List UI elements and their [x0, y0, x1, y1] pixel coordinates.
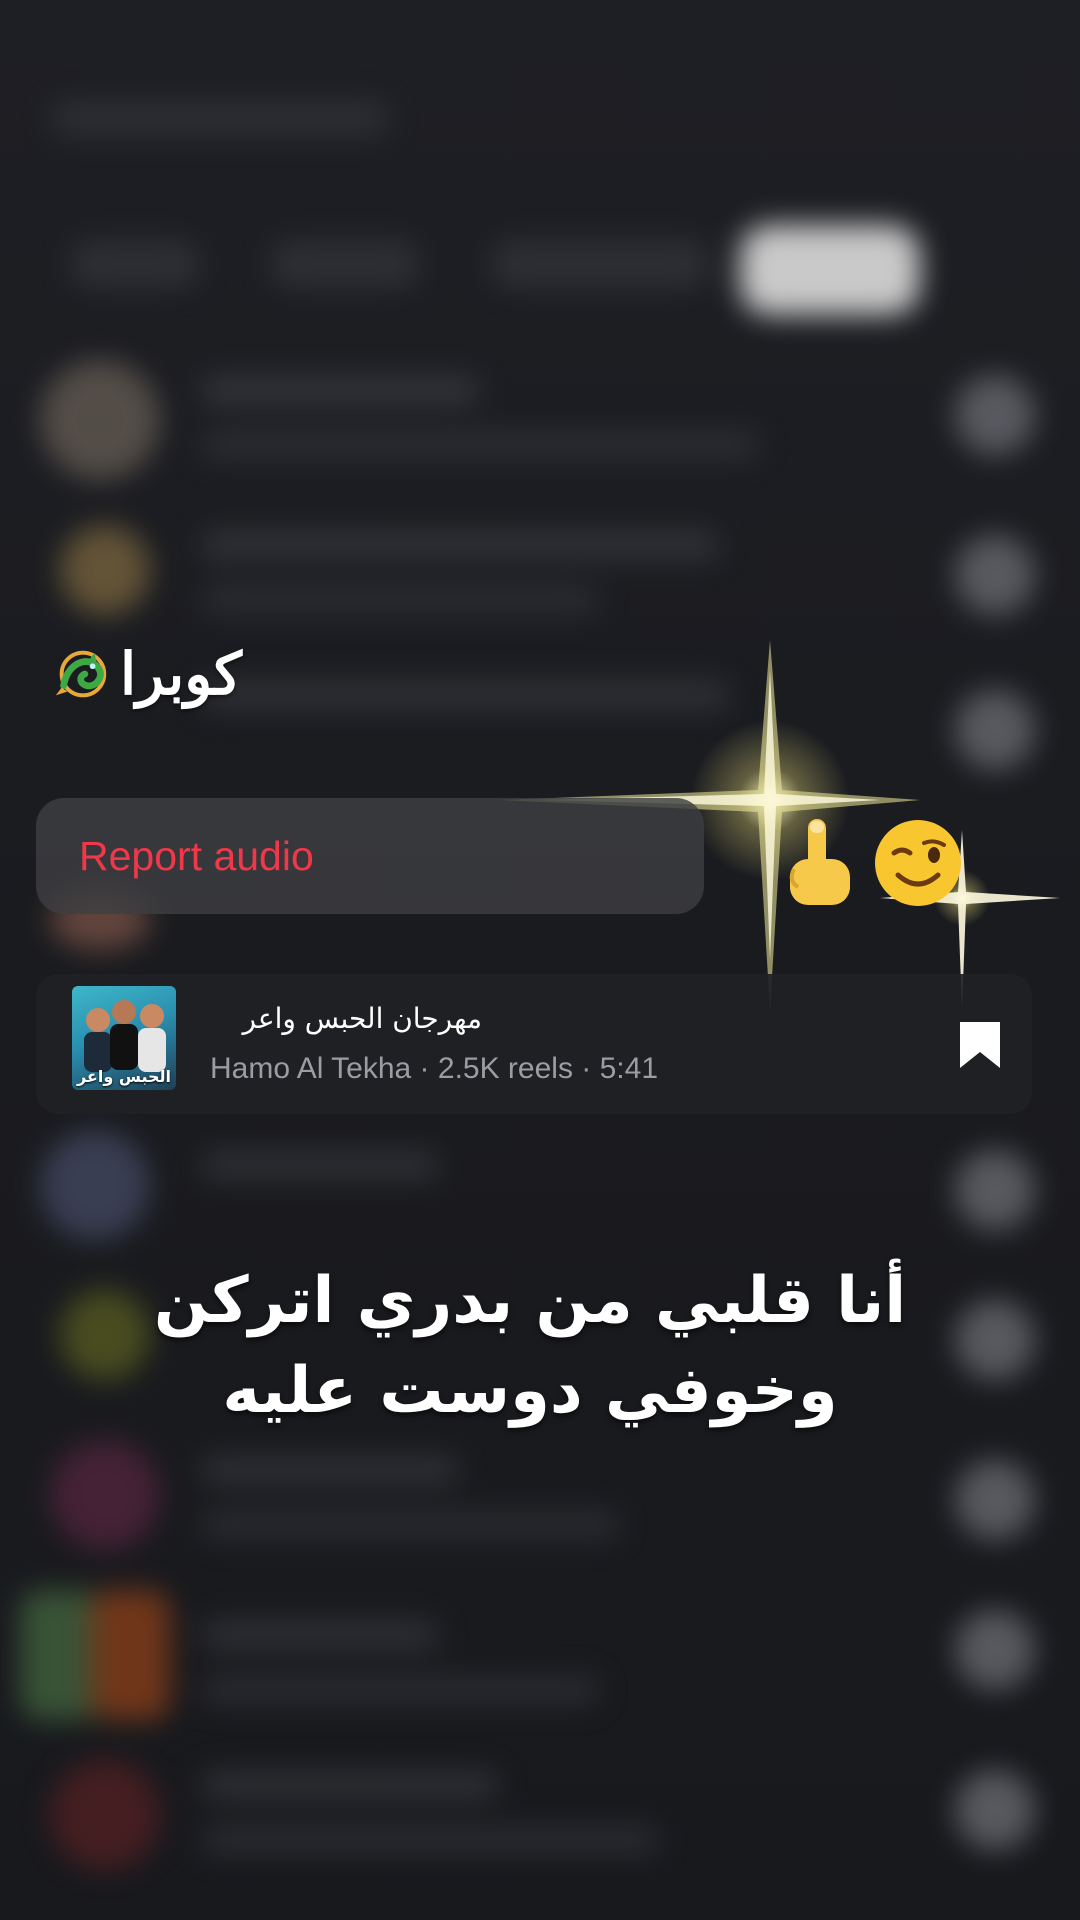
dragon-icon [55, 650, 107, 698]
lyrics-line-1: أنا قلبي من بدري اتركن [153, 1264, 907, 1338]
audio-title: مهرجان الحبس واعر [242, 1002, 482, 1035]
caption-text: كوبرا [120, 640, 242, 708]
audio-cover-title: الحبس واعر [76, 1067, 172, 1086]
pointing-up-icon [789, 819, 850, 905]
screen: كوبرا Report audio الحبس واعر مهرجان الح… [0, 0, 1080, 1920]
lyrics-line-2: وخوفي دوست عليه [222, 1354, 838, 1428]
blurred-background [0, 0, 1080, 1920]
audio-cover-art: الحبس واعر [72, 986, 176, 1090]
audio-card[interactable]: الحبس واعر مهرجان الحبس واعر Hamo Al Tek… [36, 974, 1032, 1114]
emoji-group [780, 815, 964, 911]
bookmark-icon[interactable] [958, 1020, 1002, 1070]
report-audio-label: Report audio [79, 832, 314, 879]
audio-meta: Hamo Al Tekha · 2.5K reels · 5:41 [210, 1052, 659, 1085]
lyrics: أنا قلبي من بدري اتركن وخوفي دوست عليه [0, 1256, 1080, 1436]
report-audio-menu-item[interactable]: Report audio [36, 798, 704, 914]
caption: كوبرا [50, 640, 242, 708]
winking-face-icon [875, 820, 961, 906]
